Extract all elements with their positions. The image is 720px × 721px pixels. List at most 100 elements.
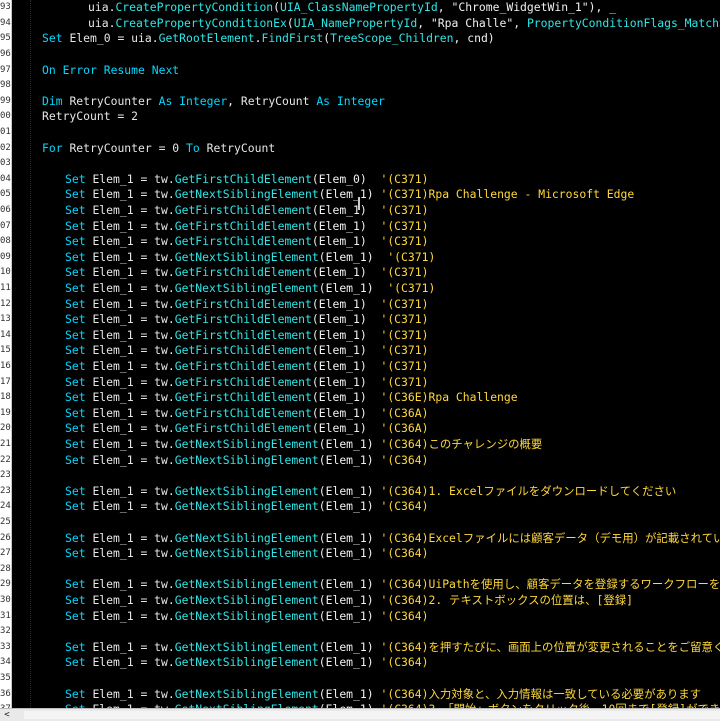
code-token: GetFirstChildElement xyxy=(174,327,312,342)
code-text: Set Elem_1 = tw.GetFirstChildElement(Ele… xyxy=(65,312,428,328)
code-token: GetNextSiblingElement xyxy=(174,452,319,467)
code-token: GetFirstChildElement xyxy=(174,343,312,358)
scroll-left-arrow-icon[interactable]: < xyxy=(2,709,12,721)
code-text: RetryCount = 2 xyxy=(42,109,138,125)
code-line: Set Elem_1 = tw.GetNextSiblingElement(El… xyxy=(12,499,720,515)
code-token: (Elem_1) xyxy=(311,218,381,233)
code-token: '(C364) xyxy=(380,546,429,561)
code-line: Set Elem_1 = tw.GetFirstChildElement(Ele… xyxy=(12,297,720,313)
code-token: Elem_1 = tw. xyxy=(92,608,175,623)
code-token: Elem_1 = tw. xyxy=(92,249,175,264)
line-number: 09 xyxy=(0,251,11,262)
code-token: '(C364) xyxy=(380,655,429,670)
code-token: GetFirstChildElement xyxy=(174,171,312,186)
code-token: (Elem_1) xyxy=(318,499,381,514)
line-number: 03 xyxy=(0,158,11,169)
code-token: (Elem_0) xyxy=(311,171,381,186)
line-number: 99 xyxy=(0,95,11,106)
code-token: '(C364)Excelファイルには顧客データ（デモ用）が記載されています xyxy=(380,530,720,545)
code-token: (Elem_1) xyxy=(318,686,381,701)
code-token: ( xyxy=(286,15,294,30)
code-text: Set Elem_1 = tw.GetNextSiblingElement(El… xyxy=(65,577,720,593)
code-line: Set Elem_1 = tw.GetNextSiblingElement(El… xyxy=(12,640,720,656)
code-token: Elem_1 = tw. xyxy=(92,296,175,311)
line-number: 98 xyxy=(0,80,11,91)
code-token: PropertyConditionFlags_MatchSubstring xyxy=(526,15,720,30)
code-line: Set Elem_1 = tw.GetFirstChildElement(Ele… xyxy=(12,172,720,188)
code-token: UIA_NamePropertyId xyxy=(293,15,418,30)
code-token: '(C371) xyxy=(387,281,436,295)
code-token: (Elem_1) xyxy=(311,327,381,342)
code-token: Elem_1 = tw. xyxy=(92,265,175,280)
code-line: Set Elem_0 = uia.GetRootElement.FindFirs… xyxy=(12,31,720,47)
code-text: Set Elem_1 = tw.GetFirstChildElement(Ele… xyxy=(65,265,428,281)
line-number: 96 xyxy=(0,49,11,59)
code-token: (Elem_1) xyxy=(318,639,381,654)
code-token: Set xyxy=(65,499,93,514)
code-text: Set Elem_1 = tw.GetNextSiblingElement(El… xyxy=(65,546,429,562)
code-token: '(C364)1. Excelファイルをダウンロードしてください xyxy=(380,483,677,498)
code-token: (Elem_1) xyxy=(318,483,381,498)
code-line: Set Elem_1 = tw.GetFirstChildElement(Ele… xyxy=(12,312,720,328)
line-number: 97 xyxy=(0,64,11,75)
code-token: '(C371) xyxy=(380,265,429,280)
code-token: Elem_1 = tw. xyxy=(92,421,175,436)
code-line: Set Elem_1 = tw.GetNextSiblingElement(El… xyxy=(12,687,720,703)
code-line: Set Elem_1 = tw.GetNextSiblingElement(El… xyxy=(12,655,720,671)
code-token: FindFirst xyxy=(261,31,324,46)
code-token: Elem_1 = tw. xyxy=(92,483,175,498)
code-text: Set Elem_1 = tw.GetNextSiblingElement(El… xyxy=(65,281,435,297)
code-token: Elem_1 = tw. xyxy=(92,593,175,607)
code-token: Set xyxy=(65,483,93,498)
line-number: 04 xyxy=(0,173,11,184)
code-token: , "Chrome_WidgetWin_1"), _ xyxy=(437,0,617,15)
code-token: Set xyxy=(65,593,93,607)
code-text: Set Elem_1 = tw.GetNextSiblingElement(El… xyxy=(65,609,429,625)
scroll-track[interactable] xyxy=(24,711,720,719)
code-token: (Elem_1) xyxy=(311,296,381,311)
code-editor[interactable]: uia.CreatePropertyCondition(UIA_ClassNam… xyxy=(12,0,720,708)
code-text: Set Elem_1 = tw.GetNextSiblingElement(El… xyxy=(65,499,429,515)
line-number: 23 xyxy=(0,485,11,496)
code-text: Set Elem_1 = tw.GetNextSiblingElement(El… xyxy=(65,687,701,703)
code-text: For RetryCounter = 0 To RetryCount xyxy=(42,141,275,157)
code-token: RetryCounter = 0 xyxy=(69,140,187,155)
line-number: 02 xyxy=(0,142,11,153)
code-token: Elem_1 = tw. xyxy=(92,499,175,514)
code-line: Set Elem_1 = tw.GetNextSiblingElement(El… xyxy=(12,593,720,609)
horizontal-scrollbar[interactable]: < xyxy=(0,708,720,721)
code-line: Set Elem_1 = tw.GetFirstChildElement(Ele… xyxy=(12,234,720,250)
code-token: Set xyxy=(65,452,93,467)
code-token: (Elem_1) xyxy=(318,546,381,561)
code-token: '(C371) xyxy=(380,312,429,327)
line-number: 17 xyxy=(0,376,11,387)
code-text: Set Elem_1 = tw.GetFirstChildElement(Ele… xyxy=(65,390,518,406)
code-token: , "Rpa Challe", xyxy=(417,15,527,30)
code-token: GetFirstChildElement xyxy=(174,203,312,217)
code-text: Set Elem_1 = tw.GetFirstChildElement(Ele… xyxy=(65,359,428,375)
code-token: GetNextSiblingElement xyxy=(174,655,319,670)
line-number: 25 xyxy=(0,517,11,527)
code-line: Set Elem_1 = tw.GetNextSiblingElement(El… xyxy=(12,531,720,547)
code-token: (Elem_1) xyxy=(318,608,381,623)
code-token: Set xyxy=(65,281,93,295)
code-token: Elem_1 = tw. xyxy=(92,405,175,420)
code-token: '(C371) xyxy=(387,249,436,264)
code-token: Set xyxy=(65,421,93,436)
code-token: '(C36E)Rpa Challenge xyxy=(380,390,518,405)
code-token: '(C371) xyxy=(380,218,429,233)
code-token: (Elem_1) xyxy=(311,265,381,280)
line-number: 26 xyxy=(0,532,11,543)
code-text: Set Elem_1 = tw.GetNextSiblingElement(El… xyxy=(65,484,676,500)
code-token: , cnd) xyxy=(453,31,495,46)
code-token: (Elem_1) xyxy=(311,390,381,405)
line-number: 13 xyxy=(0,314,11,325)
code-token: '(C371) xyxy=(380,343,429,358)
code-token: '(C371) xyxy=(380,203,429,217)
code-token: Set xyxy=(65,327,93,342)
code-token: Elem_0 = uia. xyxy=(69,31,159,46)
code-line: Dim RetryCounter As Integer, RetryCount … xyxy=(12,94,720,110)
